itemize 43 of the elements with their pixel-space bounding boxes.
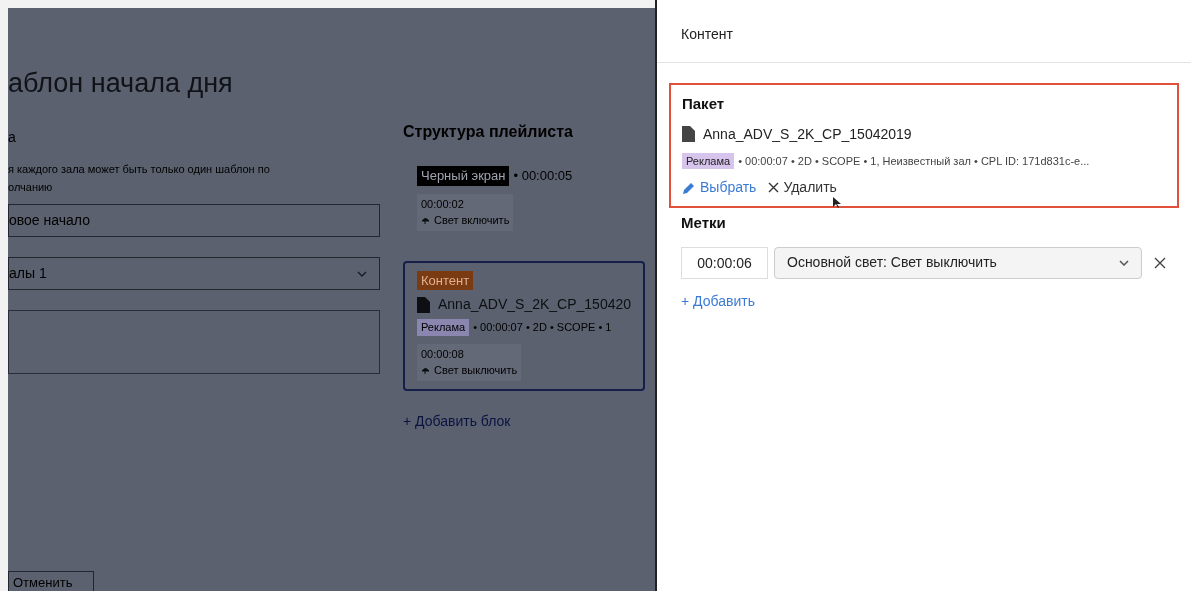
hint-text: я каждого зала может быть только один шаблон по — [8, 162, 271, 177]
name-input[interactable]: овое начало — [8, 204, 380, 237]
cancel-button[interactable]: Отменить — [8, 571, 94, 591]
block-type-badge: Контент — [417, 270, 474, 290]
close-icon — [1154, 256, 1167, 269]
playlist-title: Структура плейлиста — [403, 122, 574, 142]
block-duration: • 00:00:05 — [513, 167, 573, 185]
add-block-link[interactable]: + Добавить блок — [403, 410, 511, 432]
close-icon — [768, 182, 780, 193]
file-meta: • 00:00:07 • 2D • SCOPE • 1 — [473, 320, 612, 335]
mark-time: 00:00:02 — [421, 196, 465, 212]
section-title: Метки — [681, 213, 727, 233]
add-mark-link[interactable]: + Добавить — [681, 290, 1167, 312]
field-label: а — [8, 128, 17, 147]
mark-action: Свет выключить — [434, 363, 518, 378]
file-meta: • 00:00:07 • 2D • SCOPE • 1, Неизвестный зал • CPL ID: 171d831c-e... — [738, 153, 1090, 169]
file-name: Anna_ADV_S_2K_CP_150420 — [438, 295, 632, 314]
time-input[interactable]: 00:00:06 — [681, 246, 768, 279]
playlist-block[interactable]: Контент Anna_ADV_S_2K_CP_150420 Реклама • 00:00:07 • 2D • SCOPE • 1 00:00:08 Свет выключить — [403, 260, 646, 391]
page-title: аблон начала дня — [8, 70, 234, 97]
hint-text: олчанию — [8, 180, 54, 195]
pencil-icon — [682, 180, 696, 195]
file-icon — [417, 296, 430, 313]
ad-tag: Реклама — [682, 152, 735, 169]
hall-select[interactable]: алы 1 — [8, 257, 380, 290]
chevron-down-icon — [357, 270, 367, 277]
choose-button[interactable]: Выбрать — [682, 177, 757, 198]
mark-time: 00:00:08 — [421, 346, 465, 362]
delete-button[interactable]: Удалить — [768, 177, 837, 198]
ad-tag: Реклама — [417, 319, 470, 336]
lamp-icon — [421, 216, 430, 225]
lamp-icon — [421, 366, 430, 375]
mouse-cursor-icon — [833, 197, 841, 208]
chevron-down-icon — [1118, 259, 1129, 266]
file-name: Anna_ADV_S_2K_CP_15042019 — [703, 124, 912, 144]
block-type-badge: Черный экран — [417, 166, 510, 186]
mark-action: Свет включить — [434, 213, 510, 228]
file-icon — [682, 126, 695, 142]
playlist-block[interactable]: Черный экран • 00:00:05 00:00:02 Свет включить — [403, 156, 634, 241]
remove-mark-button[interactable] — [1153, 255, 1167, 270]
panel-subtitle: Контент — [681, 26, 733, 42]
action-select[interactable]: Основной свет: Свет выключить — [774, 246, 1142, 279]
section-title: Пакет — [682, 94, 726, 114]
